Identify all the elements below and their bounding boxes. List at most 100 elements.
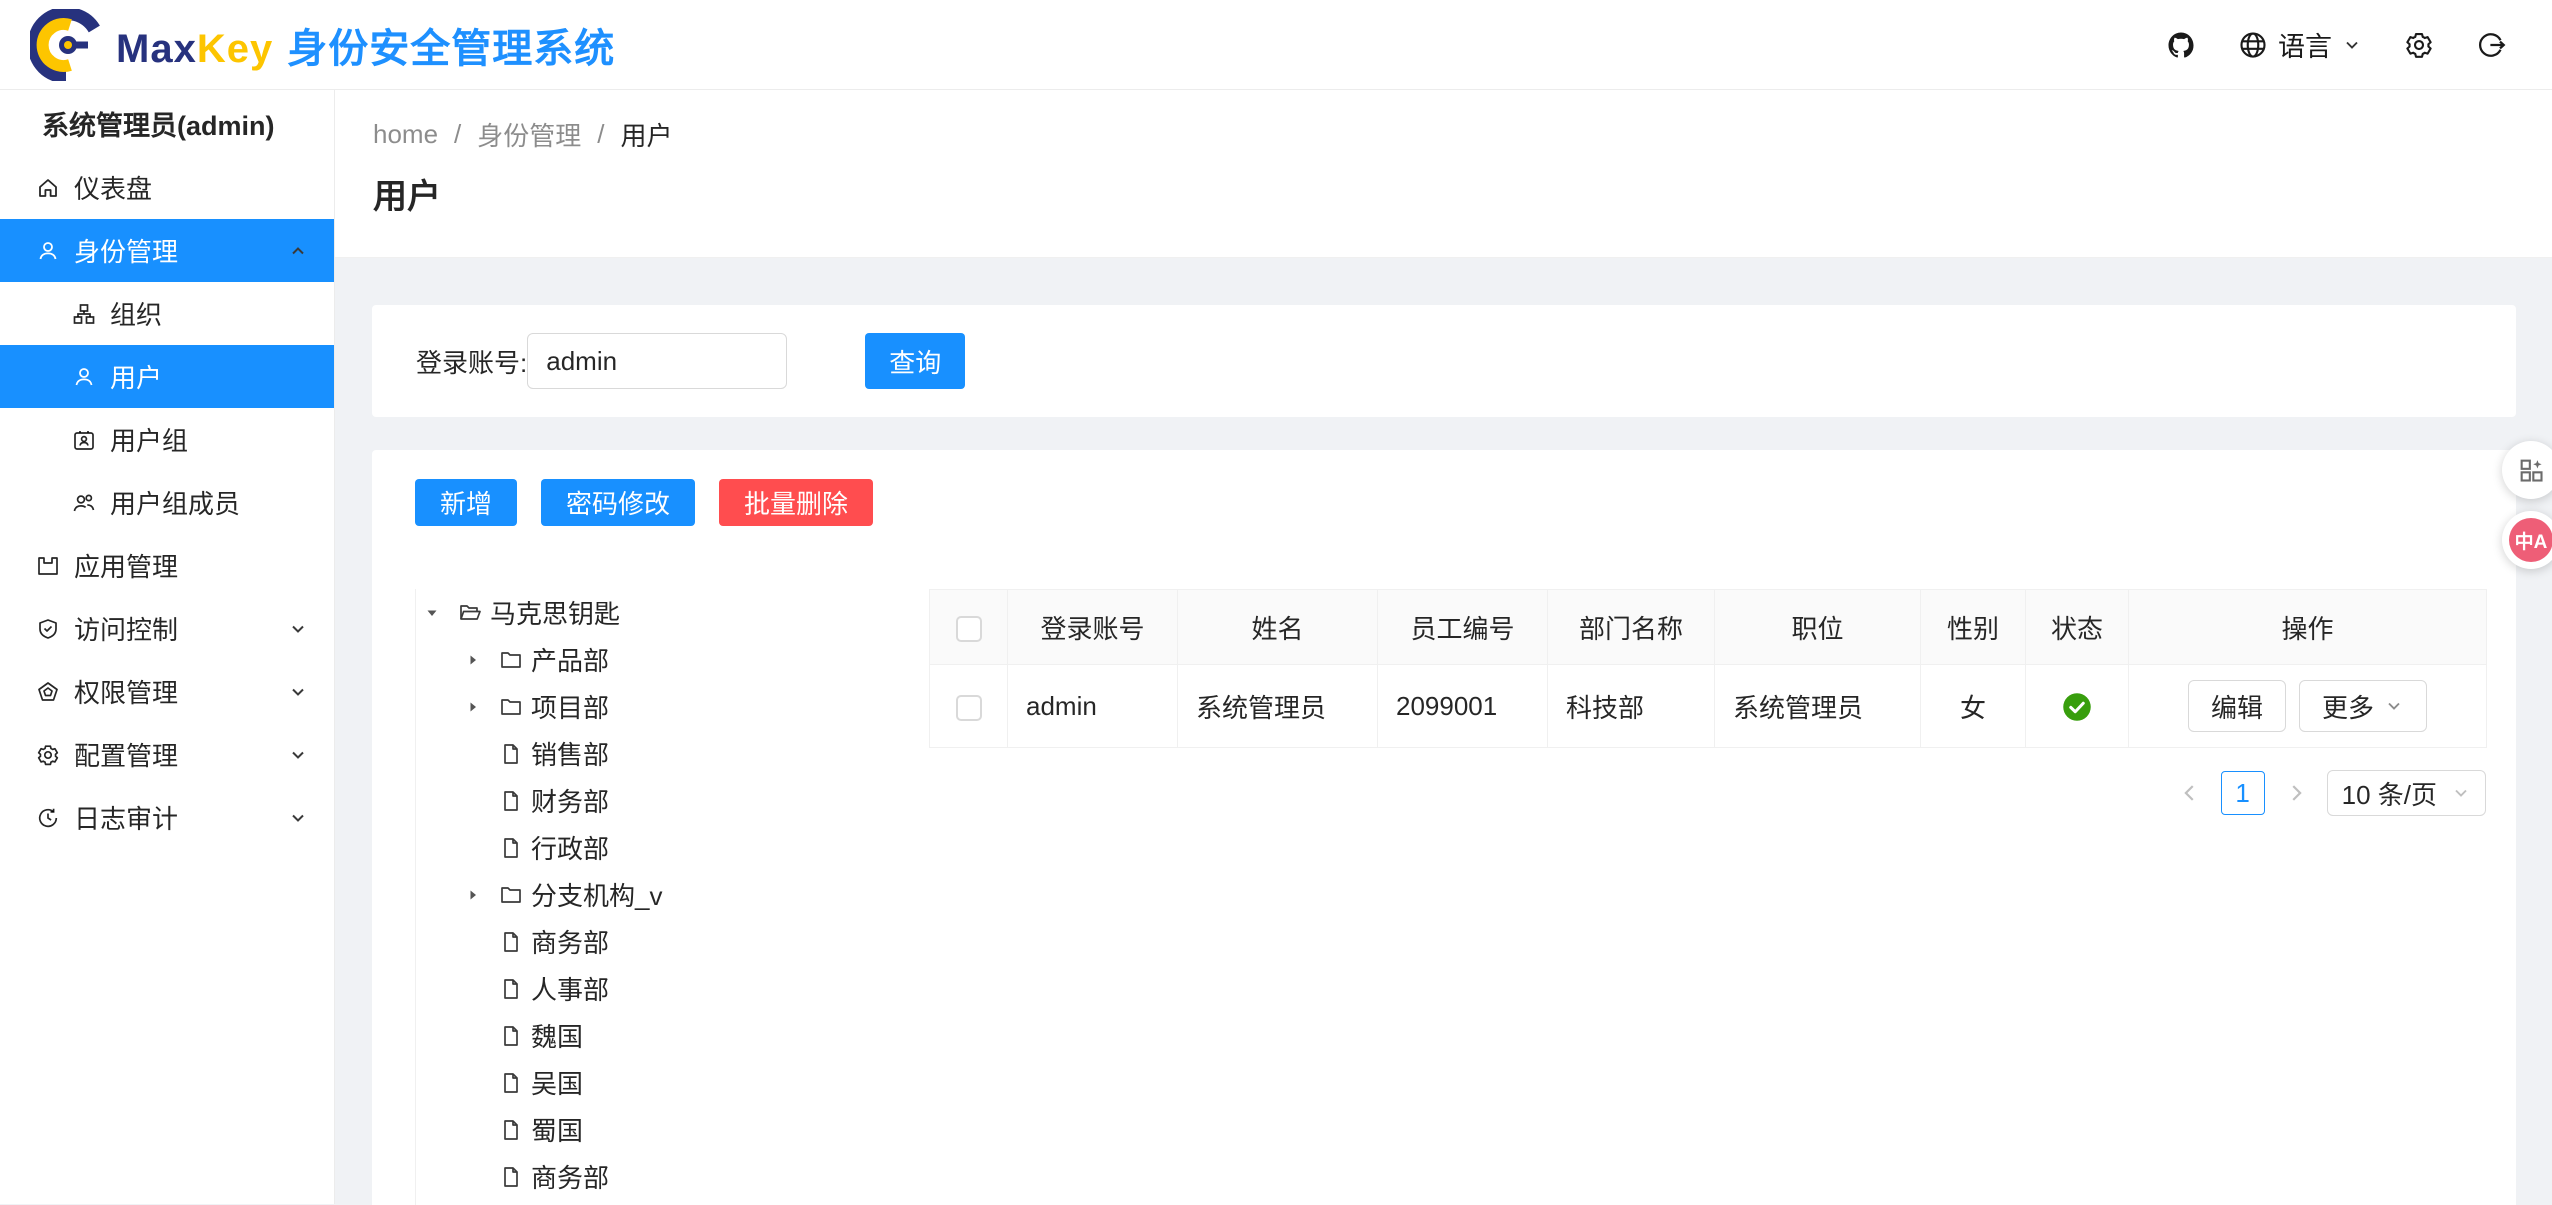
- caret-right-icon: [465, 652, 481, 668]
- col-status: 状态: [2026, 590, 2129, 665]
- sidebar-item-access-control[interactable]: 访问控制: [0, 597, 334, 660]
- sidebar-item-label: 组织: [110, 295, 162, 332]
- translate-button[interactable]: 中A: [2502, 511, 2552, 569]
- table-row: admin 系统管理员 2099001 科技部 系统管理员 女: [930, 665, 2487, 748]
- sidebar-item-organization[interactable]: 组织: [0, 282, 334, 345]
- sidebar-item-label: 权限管理: [74, 673, 178, 710]
- github-icon[interactable]: [2166, 30, 2196, 60]
- tree-node[interactable]: 财务部: [416, 777, 929, 824]
- cell-status: [2026, 665, 2129, 748]
- page-title: 用户: [373, 177, 2552, 217]
- tree-node[interactable]: 商务部: [416, 918, 929, 965]
- cell-employee-no: 2099001: [1378, 665, 1548, 748]
- cell-name: 系统管理员: [1178, 665, 1378, 748]
- pagination: 1 10 条/页: [929, 770, 2486, 816]
- brand-text: MaxKey身份安全管理系统: [116, 16, 615, 74]
- tree-node[interactable]: 商务部: [416, 1153, 929, 1200]
- sidebar-item-group-members[interactable]: 用户组成员: [0, 471, 334, 534]
- sidebar-item-user-groups[interactable]: 用户组: [0, 408, 334, 471]
- add-button[interactable]: 新增: [415, 479, 517, 526]
- toolbar: 新增 密码修改 批量删除: [415, 479, 2487, 526]
- tree-node[interactable]: 吴国: [416, 1059, 929, 1106]
- folder-icon: [499, 648, 523, 672]
- file-icon: [499, 1165, 523, 1189]
- translate-icon: 中A: [2509, 518, 2552, 562]
- organization-tree: 马克思钥匙 产品部 项目部: [415, 589, 929, 1205]
- tree-node[interactable]: 分支机构_v: [416, 871, 929, 918]
- edit-button[interactable]: 编辑: [2188, 680, 2286, 732]
- cell-department: 科技部: [1548, 665, 1715, 748]
- status-enabled-check-icon: [2062, 692, 2092, 722]
- breadcrumb-current: 用户: [621, 116, 673, 153]
- more-button[interactable]: 更多: [2299, 680, 2427, 732]
- tree-node-label: 项目部: [531, 688, 609, 725]
- breadcrumb-separator: /: [454, 119, 461, 150]
- change-password-button[interactable]: 密码修改: [541, 479, 695, 526]
- logout-icon[interactable]: [2476, 30, 2506, 60]
- chevron-down-icon: [2384, 696, 2404, 716]
- tree-node[interactable]: 项目部: [416, 683, 929, 730]
- select-all-checkbox[interactable]: [956, 616, 982, 642]
- file-icon: [499, 1118, 523, 1142]
- user-icon: [36, 239, 60, 263]
- batch-delete-button[interactable]: 批量删除: [719, 479, 873, 526]
- shield-check-icon: [36, 617, 60, 641]
- sidebar-item-permissions[interactable]: 权限管理: [0, 660, 334, 723]
- prev-page-icon[interactable]: [2179, 782, 2201, 804]
- tree-node-label: 吴国: [531, 1064, 583, 1101]
- sidebar-item-dashboard[interactable]: 仪表盘: [0, 156, 334, 219]
- sidebar-item-configuration[interactable]: 配置管理: [0, 723, 334, 786]
- tree-node-label: 产品部: [531, 641, 609, 678]
- chevron-down-icon: [2342, 35, 2362, 55]
- sidebar-item-applications[interactable]: 应用管理: [0, 534, 334, 597]
- tree-node-label: 商务部: [531, 1158, 609, 1195]
- tree-node[interactable]: 产品部: [416, 636, 929, 683]
- tree-node[interactable]: 马克思钥匙: [416, 589, 929, 636]
- next-page-icon[interactable]: [2285, 782, 2307, 804]
- app-window-icon: [36, 554, 60, 578]
- file-icon: [499, 1024, 523, 1048]
- tree-node-label: 分支机构_v: [531, 876, 662, 913]
- page-number[interactable]: 1: [2221, 771, 2265, 815]
- page-size-label: 10 条/页: [2342, 775, 2437, 812]
- users-table-wrap: 登录账号 姓名 员工编号 部门名称 职位 性别 状态 操作: [929, 589, 2487, 816]
- sidebar-item-label: 应用管理: [74, 547, 178, 584]
- login-account-input[interactable]: [527, 333, 787, 389]
- sidebar-item-users[interactable]: 用户: [0, 345, 334, 408]
- language-label: 语言: [2278, 25, 2332, 64]
- chevron-up-icon: [288, 241, 308, 261]
- caret-right-icon: [465, 887, 481, 903]
- page-size-select[interactable]: 10 条/页: [2327, 770, 2486, 816]
- cell-actions: 编辑 更多: [2129, 665, 2487, 748]
- org-cluster-icon: [72, 302, 96, 326]
- tree-node[interactable]: 行政部: [416, 824, 929, 871]
- tree-node-label: 马克思钥匙: [490, 594, 620, 631]
- sidebar-user-title: 系统管理员(admin): [0, 90, 334, 156]
- tree-node[interactable]: 蜀国: [416, 1106, 929, 1153]
- breadcrumb-home[interactable]: home: [373, 119, 438, 150]
- clock-icon: [36, 806, 60, 830]
- topbar-actions: 语言: [2166, 25, 2506, 64]
- cell-position: 系统管理员: [1715, 665, 1921, 748]
- sidebar-item-label: 用户组成员: [110, 484, 240, 521]
- folder-icon: [499, 695, 523, 719]
- query-button[interactable]: 查询: [865, 333, 965, 389]
- file-icon: [499, 789, 523, 813]
- row-checkbox[interactable]: [956, 695, 982, 721]
- users-panel: 新增 密码修改 批量删除 马克思钥匙: [372, 450, 2516, 1205]
- sidebar-item-audit-logs[interactable]: 日志审计: [0, 786, 334, 849]
- col-department: 部门名称: [1548, 590, 1715, 665]
- tree-node[interactable]: 人事部: [416, 965, 929, 1012]
- language-menu[interactable]: 语言: [2238, 25, 2362, 64]
- tree-node[interactable]: 销售部: [416, 730, 929, 777]
- tree-node[interactable]: 华东区: [416, 1200, 929, 1205]
- sidebar-item-identity[interactable]: 身份管理: [0, 219, 334, 282]
- home-icon: [36, 176, 60, 200]
- tree-node-label: 销售部: [531, 735, 609, 772]
- sidebar-item-label: 身份管理: [74, 232, 178, 269]
- browser-widgets-button[interactable]: [2502, 441, 2552, 499]
- settings-gear-icon[interactable]: [2404, 30, 2434, 60]
- brand-max: Max: [116, 27, 197, 71]
- tree-node[interactable]: 魏国: [416, 1012, 929, 1059]
- breadcrumb-identity[interactable]: 身份管理: [477, 116, 581, 153]
